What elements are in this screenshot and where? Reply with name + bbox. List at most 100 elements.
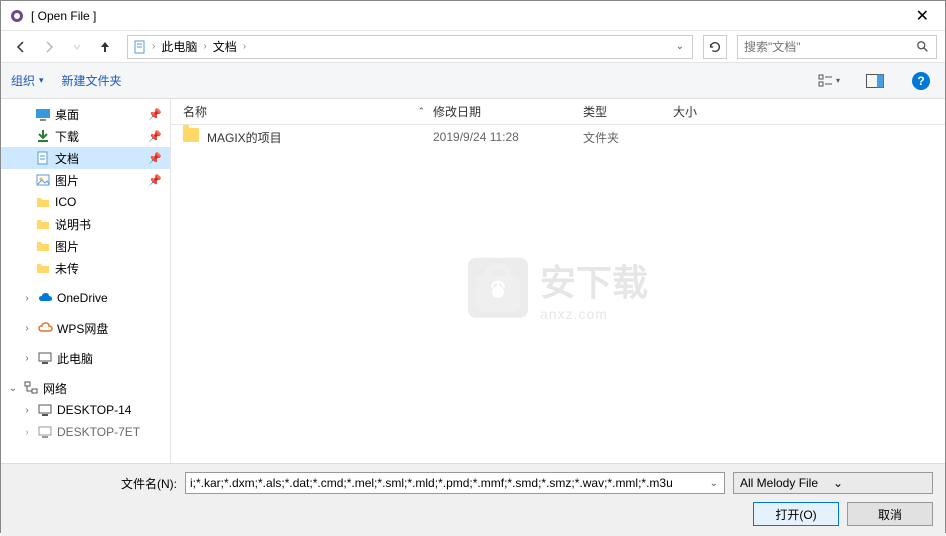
- file-type-filter[interactable]: All Melody File ⌄: [733, 472, 933, 494]
- sidebar-item-label: 文档: [55, 150, 79, 167]
- expander-icon[interactable]: ›: [21, 353, 33, 364]
- preview-pane-button[interactable]: [861, 70, 889, 92]
- window-title: [ Open File ]: [31, 9, 908, 23]
- file-name: MAGIX的项目: [207, 131, 282, 145]
- sidebar-item-label: WPS网盘: [57, 320, 108, 337]
- forward-button: [37, 35, 61, 59]
- toolbar: 组织▾ 新建文件夹 ▾ ?: [1, 63, 945, 99]
- breadcrumb-documents[interactable]: 文档: [211, 38, 239, 55]
- sidebar-item-label: DESKTOP-14: [57, 403, 131, 417]
- sidebar-item-label: ICO: [55, 195, 76, 209]
- filter-label: All Melody File: [740, 476, 833, 490]
- sidebar-item-unsent[interactable]: 未传: [1, 257, 170, 279]
- watermark-icon: [468, 258, 528, 318]
- chevron-right-icon: ›: [243, 41, 246, 52]
- expander-icon[interactable]: ⌄: [7, 383, 19, 394]
- sidebar: 桌面📌 下载📌 文档📌 图片📌 ICO 说明书 图片 未传 ›OneDrive …: [1, 99, 171, 463]
- help-button[interactable]: ?: [907, 70, 935, 92]
- sidebar-item-label: OneDrive: [57, 291, 108, 305]
- sidebar-item-label: 未传: [55, 260, 79, 277]
- sidebar-item-label: 此电脑: [57, 350, 93, 367]
- back-button[interactable]: [9, 35, 33, 59]
- download-icon: [35, 128, 51, 144]
- network-icon: [23, 380, 39, 396]
- file-list: 名称⌃ 修改日期 类型 大小 MAGIX的项目 2019/9/24 11:28 …: [171, 99, 945, 463]
- sidebar-item-desktop[interactable]: 桌面📌: [1, 103, 170, 125]
- folder-icon: [35, 194, 51, 210]
- organize-menu[interactable]: 组织▾: [11, 72, 44, 89]
- breadcrumb-thispc[interactable]: 此电脑: [159, 38, 199, 55]
- sidebar-item-wps[interactable]: › WPS网盘: [1, 317, 170, 339]
- watermark-subtitle: anxz.com: [540, 306, 648, 322]
- file-row[interactable]: MAGIX的项目 2019/9/24 11:28 文件夹: [171, 125, 945, 149]
- sidebar-item-label: 图片: [55, 238, 79, 255]
- sidebar-item-downloads[interactable]: 下载 📌: [1, 125, 170, 147]
- sidebar-item-net-pc1[interactable]: › DESKTOP-14: [1, 399, 170, 421]
- search-box[interactable]: [737, 35, 937, 59]
- help-icon: ?: [912, 72, 930, 90]
- search-icon[interactable]: [916, 40, 930, 54]
- sidebar-item-label: 桌面: [55, 106, 79, 123]
- folder-icon: [35, 260, 51, 276]
- cancel-button[interactable]: 取消: [847, 502, 933, 526]
- pin-icon: 📌: [148, 130, 162, 143]
- nav-bar: › 此电脑 › 文档 › ⌄: [1, 31, 945, 63]
- sidebar-item-label: 图片: [55, 172, 79, 189]
- computer-icon: [37, 350, 53, 366]
- app-icon: [9, 8, 25, 24]
- sidebar-item-ico[interactable]: ICO: [1, 191, 170, 213]
- watermark: 安下载 anxz.com: [468, 254, 648, 322]
- bottom-panel: 文件名(N): ⌄ All Melody File ⌄ 打开(O) 取消: [1, 463, 945, 536]
- chevron-right-icon: ›: [203, 41, 206, 52]
- refresh-button[interactable]: [703, 35, 727, 59]
- file-type: 文件夹: [583, 129, 673, 146]
- desktop-icon: [35, 106, 51, 122]
- cloud-icon: [37, 290, 53, 306]
- filename-label: 文件名(N):: [121, 475, 177, 492]
- column-size[interactable]: 大小: [673, 103, 753, 120]
- computer-icon: [37, 424, 53, 440]
- sidebar-item-pictures[interactable]: 图片 📌: [1, 169, 170, 191]
- folder-icon: [35, 216, 51, 232]
- expander-icon[interactable]: ›: [21, 405, 33, 416]
- chevron-down-icon[interactable]: ⌄: [708, 478, 720, 489]
- recent-dropdown[interactable]: [65, 35, 89, 59]
- document-icon: [35, 150, 51, 166]
- up-button[interactable]: [93, 35, 117, 59]
- expander-icon[interactable]: ›: [21, 427, 33, 438]
- folder-icon: [35, 238, 51, 254]
- close-icon[interactable]: ✕: [908, 2, 937, 30]
- chevron-down-icon[interactable]: ⌄: [833, 476, 926, 490]
- open-button[interactable]: 打开(O): [753, 502, 839, 526]
- search-input[interactable]: [744, 40, 916, 54]
- column-name[interactable]: 名称⌃: [183, 103, 433, 120]
- sidebar-item-manual[interactable]: 说明书: [1, 213, 170, 235]
- sidebar-item-onedrive[interactable]: › OneDrive: [1, 287, 170, 309]
- sidebar-item-label: 网络: [43, 380, 67, 397]
- sidebar-item-label: DESKTOP-7ET: [57, 425, 140, 439]
- cloud-icon: [37, 320, 53, 336]
- sidebar-item-network[interactable]: ⌄ 网络: [1, 377, 170, 399]
- sidebar-item-pictures2[interactable]: 图片: [1, 235, 170, 257]
- view-options-button[interactable]: ▾: [815, 70, 843, 92]
- sidebar-item-documents[interactable]: 文档 📌: [1, 147, 170, 169]
- chevron-down-icon[interactable]: ⌄: [672, 41, 688, 52]
- breadcrumb[interactable]: › 此电脑 › 文档 › ⌄: [127, 35, 693, 59]
- pin-icon: 📌: [148, 152, 162, 165]
- picture-icon: [35, 172, 51, 188]
- new-folder-button[interactable]: 新建文件夹: [62, 72, 122, 89]
- main-area: 桌面📌 下载📌 文档📌 图片📌 ICO 说明书 图片 未传 ›OneDrive …: [1, 99, 945, 463]
- filename-combo[interactable]: ⌄: [185, 472, 725, 494]
- watermark-title: 安下载: [540, 254, 648, 306]
- sidebar-item-label: 下载: [55, 128, 79, 145]
- expander-icon[interactable]: ›: [21, 323, 33, 334]
- expander-icon[interactable]: ›: [21, 293, 33, 304]
- sidebar-item-net-pc2[interactable]: › DESKTOP-7ET: [1, 421, 170, 443]
- pin-icon: 📌: [148, 174, 162, 187]
- column-type[interactable]: 类型: [583, 103, 673, 120]
- sidebar-item-label: 说明书: [55, 216, 91, 233]
- column-date[interactable]: 修改日期: [433, 103, 583, 120]
- document-icon: [132, 39, 148, 55]
- filename-input[interactable]: [190, 476, 708, 490]
- sidebar-item-thispc[interactable]: › 此电脑: [1, 347, 170, 369]
